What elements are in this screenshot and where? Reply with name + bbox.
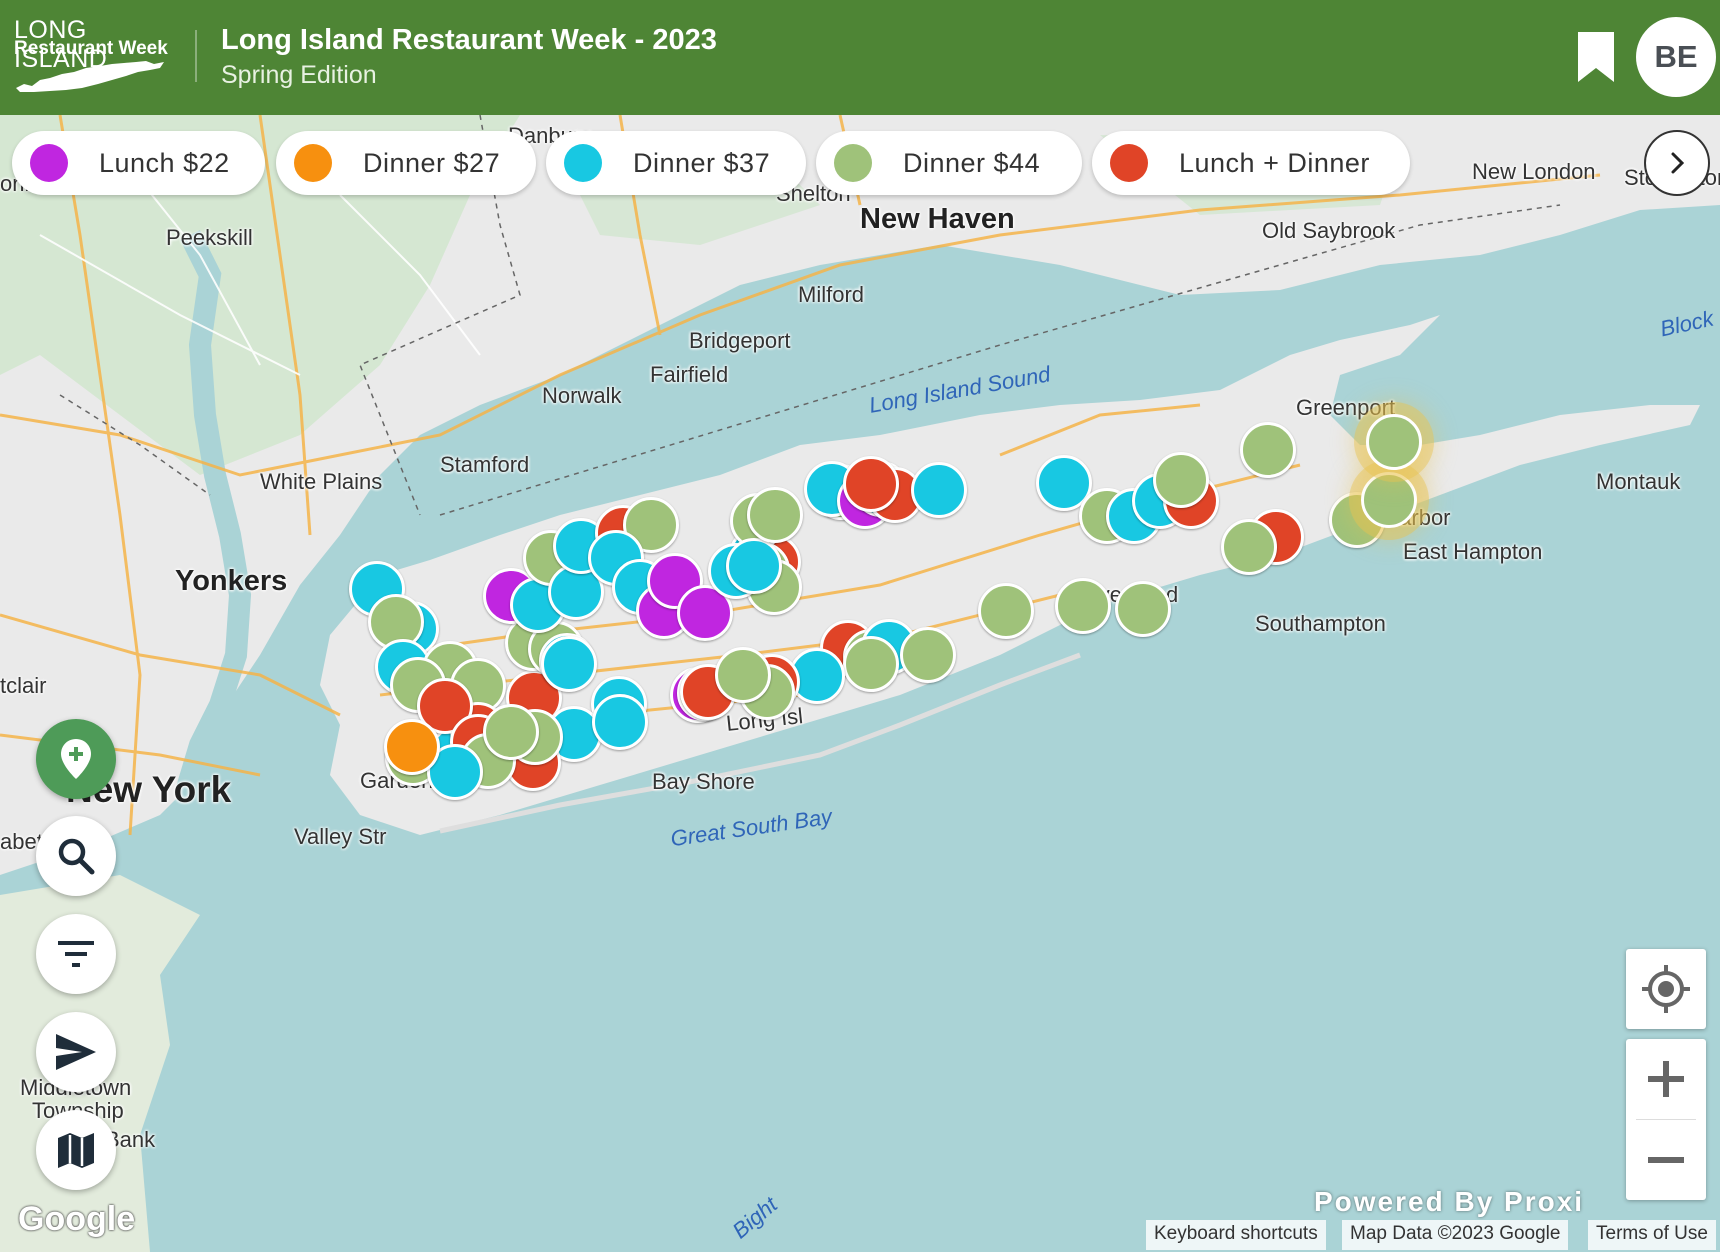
legend-chip-label: Dinner $27 <box>363 148 501 178</box>
locate-icon <box>1642 965 1690 1013</box>
user-avatar[interactable]: BE <box>1636 17 1716 97</box>
map-view-button[interactable] <box>36 1110 116 1190</box>
bookmark-button[interactable] <box>1572 30 1620 84</box>
restaurant-marker[interactable] <box>592 694 648 750</box>
long-island-silhouette-icon <box>16 61 164 92</box>
legend-chip-lunch-22[interactable]: Lunch $22 <box>12 131 265 195</box>
search-button[interactable] <box>36 816 116 896</box>
restaurant-marker[interactable] <box>843 456 899 512</box>
legend-dot <box>294 144 332 182</box>
chevron-right-icon <box>1671 152 1685 174</box>
add-location-icon <box>61 739 91 779</box>
restaurant-marker[interactable] <box>747 487 803 543</box>
restaurant-markers <box>0 115 1720 1252</box>
minus-icon <box>1648 1157 1684 1163</box>
restaurant-marker[interactable] <box>1055 578 1111 634</box>
restaurant-marker[interactable] <box>911 462 967 518</box>
restaurant-marker[interactable] <box>715 647 771 703</box>
terms-of-use-link[interactable]: Terms of Use <box>1588 1220 1716 1250</box>
legend-chip-dinner-27[interactable]: Dinner $27 <box>276 131 536 195</box>
powered-by-label: Powered By Proxi <box>1314 1186 1585 1217</box>
app-logo[interactable]: LONG ISLAND Restaurant Week <box>14 16 174 94</box>
legend-dot <box>30 144 68 182</box>
legend-chip-label: Lunch + Dinner <box>1179 148 1370 178</box>
legend-chip-label: Dinner $44 <box>903 148 1041 178</box>
restaurant-marker[interactable] <box>978 583 1034 639</box>
zoom-out-button[interactable] <box>1626 1120 1706 1200</box>
legend-chip-lunch-dinner[interactable]: Lunch + Dinner <box>1092 131 1410 195</box>
legend-dot <box>564 144 602 182</box>
page-subtitle: Spring Edition <box>221 61 377 89</box>
legend-chip-label: Dinner $37 <box>633 148 771 178</box>
restaurant-marker[interactable] <box>1366 414 1422 470</box>
zoom-control <box>1626 1039 1706 1200</box>
locate-button[interactable] <box>1626 949 1706 1029</box>
legend-dot <box>1110 144 1148 182</box>
zoom-in-button[interactable] <box>1626 1039 1706 1119</box>
plus-icon <box>1648 1061 1684 1097</box>
restaurant-marker[interactable] <box>483 704 539 760</box>
page-title: Long Island Restaurant Week - 2023 <box>221 24 717 56</box>
legend-dot <box>834 144 872 182</box>
legend-chip-dinner-37[interactable]: Dinner $37 <box>546 131 806 195</box>
map-data-attribution: Map Data ©2023 Google <box>1342 1220 1569 1250</box>
restaurant-marker[interactable] <box>1361 472 1417 528</box>
legend-chip-label: Lunch $22 <box>99 148 230 178</box>
search-icon <box>58 838 95 875</box>
keyboard-shortcuts-link[interactable]: Keyboard shortcuts <box>1146 1220 1326 1250</box>
restaurant-marker[interactable] <box>384 719 440 775</box>
google-logo: Google <box>18 1200 136 1238</box>
restaurant-marker[interactable] <box>726 538 782 594</box>
filter-button[interactable] <box>36 914 116 994</box>
locate-control <box>1626 949 1706 1029</box>
legend-chip-dinner-44[interactable]: Dinner $44 <box>816 131 1082 195</box>
app-header: LONG ISLAND Restaurant Week Long Island … <box>0 0 1720 115</box>
add-location-button[interactable] <box>36 719 116 799</box>
map-icon <box>58 1133 94 1168</box>
map-canvas[interactable]: Danbury New London Stonington onroe Shel… <box>0 115 1720 1252</box>
restaurant-marker[interactable] <box>541 636 597 692</box>
header-divider <box>195 30 197 82</box>
directions-button[interactable] <box>36 1012 116 1092</box>
filter-icon <box>58 941 94 967</box>
restaurant-marker[interactable] <box>843 636 899 692</box>
restaurant-marker[interactable] <box>900 627 956 683</box>
send-icon <box>56 1034 96 1070</box>
legend-next-button[interactable] <box>1644 130 1710 196</box>
logo-line2: Restaurant Week <box>14 38 168 59</box>
restaurant-marker[interactable] <box>1221 519 1277 575</box>
bookmark-icon <box>1578 32 1614 82</box>
restaurant-marker[interactable] <box>1153 452 1209 508</box>
restaurant-marker[interactable] <box>1240 422 1296 478</box>
restaurant-marker[interactable] <box>1115 581 1171 637</box>
